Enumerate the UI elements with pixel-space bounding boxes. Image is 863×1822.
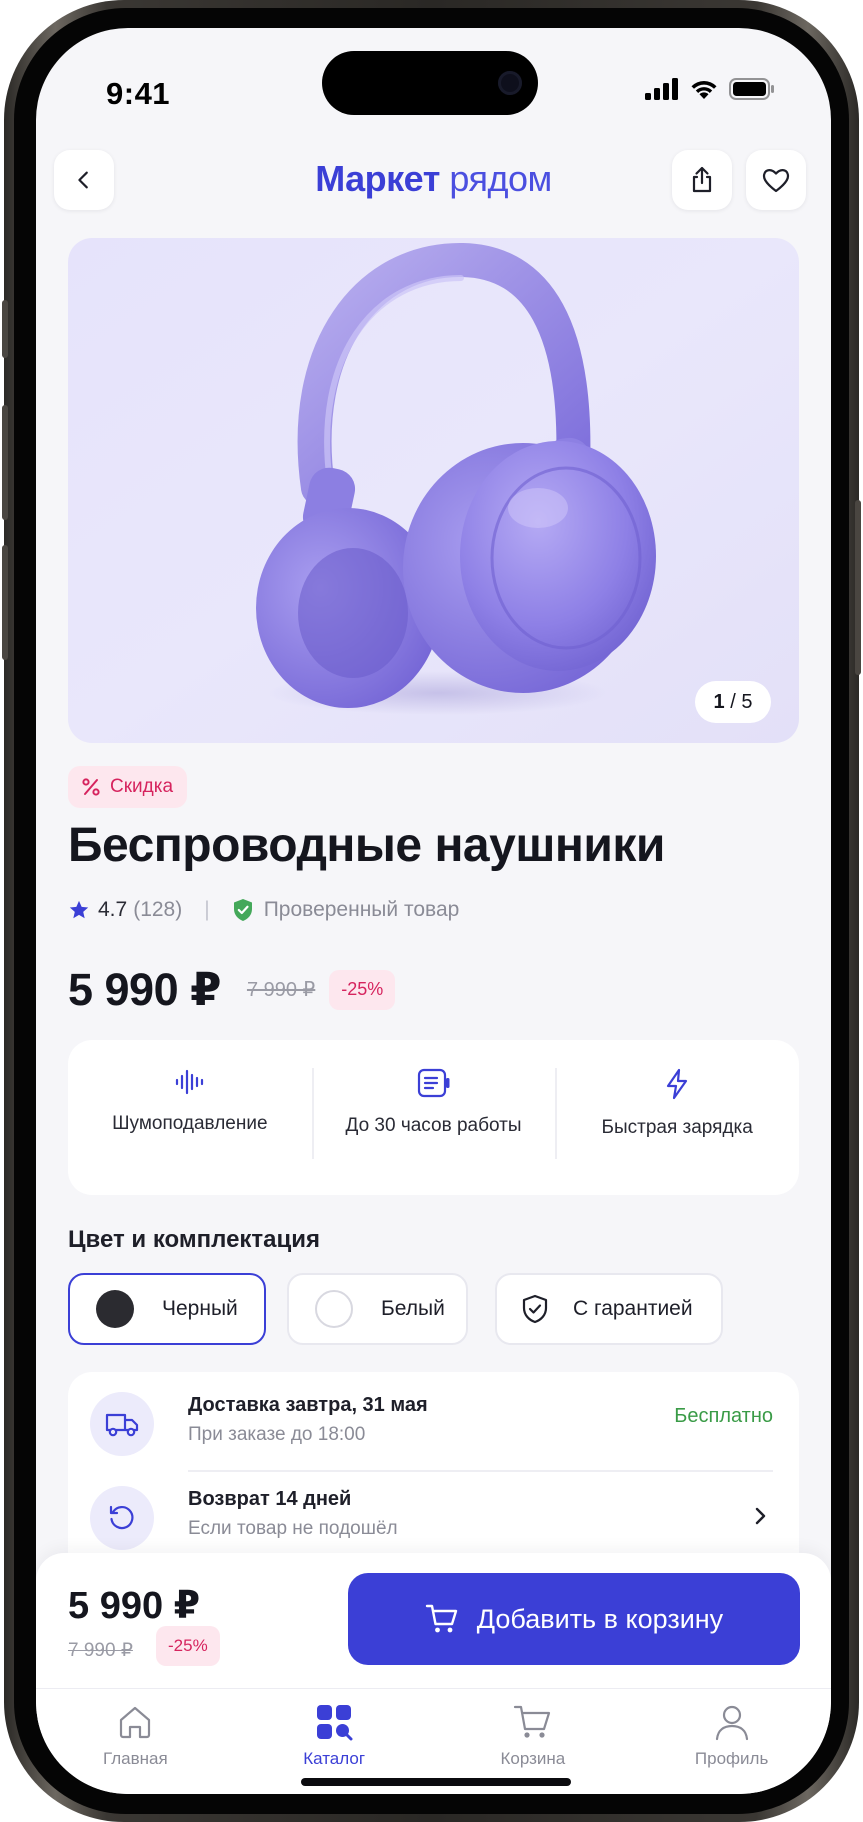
sale-badge-label: Скидка bbox=[110, 776, 174, 797]
tab-label: Каталог bbox=[303, 1749, 366, 1768]
volume-down-button bbox=[2, 545, 8, 660]
phone-frame: 9:41 Маркет рядом 1 / 5 Скидка Беспровод… bbox=[2, 0, 861, 1822]
options-title: Цвет и комплектация bbox=[68, 1226, 321, 1253]
color-swatch-black bbox=[96, 1290, 134, 1328]
front-camera bbox=[498, 71, 522, 95]
price-row: 5 990 ₽ 7 990 ₽ -25% bbox=[68, 963, 396, 1016]
mute-switch bbox=[2, 300, 8, 358]
wifi-icon bbox=[691, 80, 717, 99]
feature-battery-life: До 30 часов работы bbox=[311, 1040, 556, 1195]
return-subtitle: Если товар не подошёл bbox=[188, 1518, 398, 1539]
signal-icon bbox=[645, 78, 678, 100]
current-price: 5 990 ₽ bbox=[68, 964, 221, 1015]
cart-icon bbox=[425, 1604, 457, 1633]
buy-bar-old-price: 7 990 ₽ bbox=[68, 1640, 133, 1661]
screen: 9:41 Маркет рядом 1 / 5 Скидка Беспровод… bbox=[36, 28, 831, 1794]
feature-label: Шумоподавление bbox=[112, 1113, 268, 1134]
volume-up-button bbox=[2, 405, 8, 520]
option-label: Черный bbox=[162, 1297, 238, 1320]
image-counter-current: 1 bbox=[713, 690, 725, 713]
option-black[interactable]: Черный bbox=[68, 1273, 266, 1345]
rating-row: 4.7 (128) | Проверенный товар bbox=[68, 898, 459, 922]
delivery-title: Доставка завтра, 31 мая bbox=[188, 1394, 428, 1416]
option-white[interactable]: Белый bbox=[287, 1273, 468, 1345]
home-indicator bbox=[301, 1778, 571, 1786]
image-counter-total: / 5 bbox=[730, 690, 753, 713]
profile-icon bbox=[715, 1705, 748, 1741]
status-time: 9:41 bbox=[106, 76, 171, 111]
share-icon bbox=[692, 166, 712, 193]
verified-label: Проверенный товар bbox=[263, 898, 460, 921]
old-price: 7 990 ₽ bbox=[246, 979, 316, 1001]
brand-name-part1: Маркет bbox=[315, 158, 440, 199]
feature-fast-charge: Быстрая зарядка bbox=[555, 1040, 799, 1195]
delivery-icon-wrap bbox=[90, 1392, 154, 1456]
color-swatch-white bbox=[315, 1290, 353, 1328]
add-to-cart-button[interactable]: Добавить в корзину bbox=[348, 1573, 800, 1665]
dynamic-island bbox=[322, 51, 538, 115]
review-count[interactable]: (128) bbox=[133, 898, 182, 922]
tab-profile[interactable]: Профиль bbox=[632, 1689, 831, 1794]
brand-name-part2: рядом bbox=[449, 158, 552, 199]
return-icon-wrap bbox=[90, 1486, 154, 1550]
option-label: С гарантией bbox=[573, 1297, 693, 1320]
truck-icon bbox=[105, 1413, 139, 1437]
chevron-right-icon[interactable] bbox=[751, 1505, 769, 1527]
divider bbox=[188, 1470, 773, 1472]
buy-bar-discount: -25% bbox=[156, 1626, 220, 1666]
star-icon bbox=[69, 900, 89, 919]
tab-home[interactable]: Главная bbox=[36, 1689, 235, 1794]
option-label: Белый bbox=[381, 1297, 445, 1320]
purchase-bar: 5 990 ₽ 7 990 ₽ -25% Добавить в корзину bbox=[36, 1553, 831, 1688]
add-to-cart-label: Добавить в корзину bbox=[476, 1603, 724, 1634]
shield-icon bbox=[522, 1294, 548, 1324]
discount-badge: -25% bbox=[329, 969, 396, 1010]
heart-icon bbox=[762, 169, 790, 193]
cart-icon bbox=[513, 1705, 550, 1738]
feature-label: До 30 часов работы bbox=[345, 1115, 522, 1136]
sale-badge: Скидка bbox=[68, 766, 188, 808]
shield-check-icon bbox=[233, 899, 252, 921]
option-warranty[interactable]: С гарантией bbox=[495, 1273, 723, 1345]
tab-label: Корзина bbox=[500, 1749, 566, 1768]
percent-icon bbox=[82, 778, 100, 796]
tab-label: Главная bbox=[103, 1749, 168, 1768]
battery-icon bbox=[417, 1068, 449, 1098]
headphones-image bbox=[256, 242, 656, 715]
status-icons bbox=[645, 78, 775, 100]
delivery-card: Доставка завтра, 31 мая При заказе до 18… bbox=[68, 1372, 799, 1582]
delivery-subtitle: При заказе до 18:00 bbox=[188, 1424, 366, 1445]
separator: | bbox=[204, 898, 210, 921]
product-title: Беспроводные наушники bbox=[68, 819, 665, 872]
share-button[interactable] bbox=[672, 150, 732, 210]
return-icon bbox=[109, 1505, 134, 1530]
delivery-cost: Бесплатно bbox=[674, 1405, 773, 1427]
product-image-carousel[interactable]: 1 / 5 bbox=[68, 238, 799, 743]
image-counter: 1 / 5 bbox=[695, 681, 771, 723]
power-button bbox=[855, 500, 861, 675]
buy-bar-price: 5 990 ₽ bbox=[68, 1585, 201, 1627]
favorite-button[interactable] bbox=[746, 150, 806, 210]
waveform-icon bbox=[175, 1069, 203, 1095]
features-card: Шумоподавление До 30 часов работы Быстра… bbox=[68, 1040, 799, 1195]
lightning-icon bbox=[667, 1068, 688, 1100]
home-icon bbox=[120, 1706, 151, 1739]
feature-noise-cancelling: Шумоподавление bbox=[68, 1040, 312, 1195]
tab-label: Профиль bbox=[694, 1749, 769, 1768]
feature-label: Быстрая зарядка bbox=[601, 1117, 753, 1138]
catalog-icon bbox=[317, 1705, 353, 1741]
return-title[interactable]: Возврат 14 дней bbox=[188, 1488, 351, 1511]
battery-status-icon bbox=[729, 78, 774, 100]
rating-value: 4.7 bbox=[98, 898, 128, 921]
